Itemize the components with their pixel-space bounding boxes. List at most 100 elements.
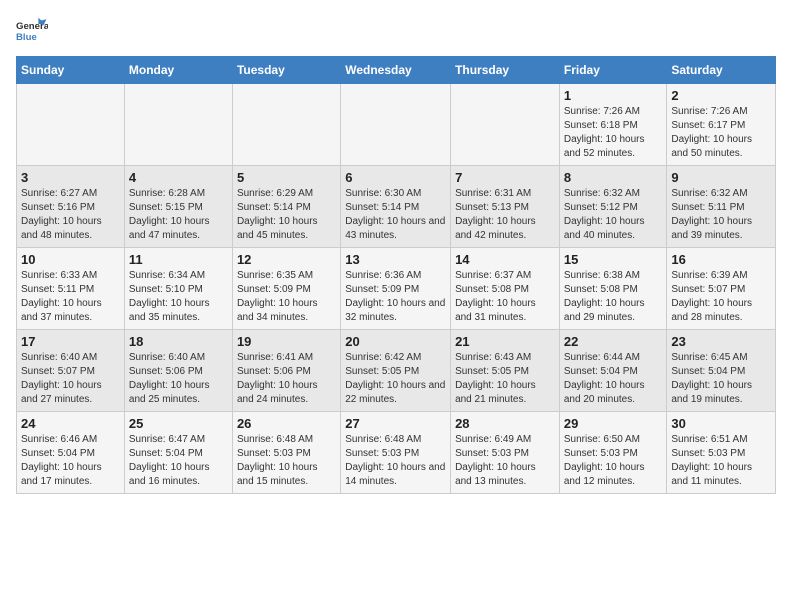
day-number: 6 xyxy=(345,170,446,185)
day-number: 26 xyxy=(237,416,336,431)
day-number: 4 xyxy=(129,170,228,185)
calendar-cell: 18 Sunrise: 6:40 AM Sunset: 5:06 PM Dayli… xyxy=(124,330,232,412)
calendar-cell: 15Sunrise: 6:38 AM Sunset: 5:08 PM Dayli… xyxy=(559,248,667,330)
weekday-header-thursday: Thursday xyxy=(451,57,560,84)
day-number: 23 xyxy=(671,334,771,349)
calendar-cell: 6 Sunrise: 6:30 AM Sunset: 5:14 PM Daylig… xyxy=(341,166,451,248)
day-number: 28 xyxy=(455,416,555,431)
calendar-cell: 20 Sunrise: 6:42 AM Sunset: 5:05 PM Dayli… xyxy=(341,330,451,412)
calendar-cell: 14 Sunrise: 6:37 AM Sunset: 5:08 PM Dayli… xyxy=(451,248,560,330)
day-info: Sunrise: 6:29 AM Sunset: 5:14 PM Dayligh… xyxy=(237,187,336,243)
day-number: 5 xyxy=(237,170,336,185)
calendar-cell: 21 Sunrise: 6:43 AM Sunset: 5:05 PM Dayli… xyxy=(451,330,560,412)
day-info: Sunrise: 6:51 AM Sunset: 5:03 PM Dayligh… xyxy=(671,433,771,489)
weekday-header-row: SundayMondayTuesdayWednesdayThursdayFrid… xyxy=(17,57,776,84)
day-info: Sunrise: 6:30 AM Sunset: 5:14 PM Dayligh… xyxy=(345,187,446,243)
day-info: Sunrise: 6:40 AM Sunset: 5:07 PM Dayligh… xyxy=(21,351,120,407)
day-info: Sunrise: 6:44 AM Sunset: 5:04 PM Dayligh… xyxy=(564,351,663,407)
day-number: 2 xyxy=(671,88,771,103)
calendar-cell xyxy=(451,84,560,166)
calendar-cell: 26Sunrise: 6:48 AM Sunset: 5:03 PM Dayli… xyxy=(232,412,340,494)
calendar-cell: 23 Sunrise: 6:45 AM Sunset: 5:04 PM Dayli… xyxy=(667,330,776,412)
day-info: Sunrise: 6:47 AM Sunset: 5:04 PM Dayligh… xyxy=(129,433,228,489)
day-number: 14 xyxy=(455,252,555,267)
calendar-cell: 27 Sunrise: 6:48 AM Sunset: 5:03 PM Dayli… xyxy=(341,412,451,494)
calendar-cell: 24Sunrise: 6:46 AM Sunset: 5:04 PM Dayli… xyxy=(17,412,125,494)
calendar-cell xyxy=(232,84,340,166)
calendar-body: 1 Sunrise: 7:26 AM Sunset: 6:18 PM Daylig… xyxy=(17,84,776,494)
weekday-header-sunday: Sunday xyxy=(17,57,125,84)
day-number: 3 xyxy=(21,170,120,185)
calendar-cell: 12 Sunrise: 6:35 AM Sunset: 5:09 PM Dayli… xyxy=(232,248,340,330)
day-number: 20 xyxy=(345,334,446,349)
day-info: Sunrise: 6:39 AM Sunset: 5:07 PM Dayligh… xyxy=(671,269,771,325)
week-row-1: 1 Sunrise: 7:26 AM Sunset: 6:18 PM Daylig… xyxy=(17,84,776,166)
calendar-cell: 8 Sunrise: 6:32 AM Sunset: 5:12 PM Daylig… xyxy=(559,166,667,248)
day-number: 8 xyxy=(564,170,663,185)
day-number: 17 xyxy=(21,334,120,349)
day-number: 1 xyxy=(564,88,663,103)
day-info: Sunrise: 6:46 AM Sunset: 5:04 PM Dayligh… xyxy=(21,433,120,489)
day-info: Sunrise: 6:27 AM Sunset: 5:16 PM Dayligh… xyxy=(21,187,120,243)
week-row-3: 10 Sunrise: 6:33 AM Sunset: 5:11 PM Dayli… xyxy=(17,248,776,330)
week-row-2: 3 Sunrise: 6:27 AM Sunset: 5:16 PM Daylig… xyxy=(17,166,776,248)
weekday-header-tuesday: Tuesday xyxy=(232,57,340,84)
day-info: Sunrise: 6:43 AM Sunset: 5:05 PM Dayligh… xyxy=(455,351,555,407)
calendar-cell: 25 Sunrise: 6:47 AM Sunset: 5:04 PM Dayli… xyxy=(124,412,232,494)
day-number: 19 xyxy=(237,334,336,349)
day-number: 7 xyxy=(455,170,555,185)
calendar-cell: 7 Sunrise: 6:31 AM Sunset: 5:13 PM Daylig… xyxy=(451,166,560,248)
day-info: Sunrise: 6:31 AM Sunset: 5:13 PM Dayligh… xyxy=(455,187,555,243)
calendar-cell: 9Sunrise: 6:32 AM Sunset: 5:11 PM Daylig… xyxy=(667,166,776,248)
day-info: Sunrise: 6:40 AM Sunset: 5:06 PM Dayligh… xyxy=(129,351,228,407)
calendar-cell: 17 Sunrise: 6:40 AM Sunset: 5:07 PM Dayli… xyxy=(17,330,125,412)
calendar-cell: 5 Sunrise: 6:29 AM Sunset: 5:14 PM Daylig… xyxy=(232,166,340,248)
calendar-cell xyxy=(124,84,232,166)
day-number: 10 xyxy=(21,252,120,267)
day-info: Sunrise: 6:42 AM Sunset: 5:05 PM Dayligh… xyxy=(345,351,446,407)
day-info: Sunrise: 6:32 AM Sunset: 5:11 PM Dayligh… xyxy=(671,187,771,243)
logo: General Blue xyxy=(16,16,48,48)
calendar-cell: 29 Sunrise: 6:50 AM Sunset: 5:03 PM Dayli… xyxy=(559,412,667,494)
day-number: 18 xyxy=(129,334,228,349)
calendar-cell: 2 Sunrise: 7:26 AM Sunset: 6:17 PM Daylig… xyxy=(667,84,776,166)
day-number: 22 xyxy=(564,334,663,349)
calendar-cell: 4 Sunrise: 6:28 AM Sunset: 5:15 PM Daylig… xyxy=(124,166,232,248)
day-number: 12 xyxy=(237,252,336,267)
day-info: Sunrise: 7:26 AM Sunset: 6:18 PM Dayligh… xyxy=(564,105,663,161)
day-number: 15 xyxy=(564,252,663,267)
day-info: Sunrise: 6:32 AM Sunset: 5:12 PM Dayligh… xyxy=(564,187,663,243)
day-number: 27 xyxy=(345,416,446,431)
day-number: 11 xyxy=(129,252,228,267)
calendar-cell: 16 Sunrise: 6:39 AM Sunset: 5:07 PM Dayli… xyxy=(667,248,776,330)
calendar-cell: 10 Sunrise: 6:33 AM Sunset: 5:11 PM Dayli… xyxy=(17,248,125,330)
day-number: 30 xyxy=(671,416,771,431)
calendar-cell: 19 Sunrise: 6:41 AM Sunset: 5:06 PM Dayli… xyxy=(232,330,340,412)
day-number: 16 xyxy=(671,252,771,267)
day-number: 21 xyxy=(455,334,555,349)
day-info: Sunrise: 7:26 AM Sunset: 6:17 PM Dayligh… xyxy=(671,105,771,161)
day-info: Sunrise: 6:50 AM Sunset: 5:03 PM Dayligh… xyxy=(564,433,663,489)
day-info: Sunrise: 6:37 AM Sunset: 5:08 PM Dayligh… xyxy=(455,269,555,325)
day-info: Sunrise: 6:33 AM Sunset: 5:11 PM Dayligh… xyxy=(21,269,120,325)
calendar-cell: 22 Sunrise: 6:44 AM Sunset: 5:04 PM Dayli… xyxy=(559,330,667,412)
header: General Blue xyxy=(16,16,776,48)
day-info: Sunrise: 6:45 AM Sunset: 5:04 PM Dayligh… xyxy=(671,351,771,407)
week-row-5: 24Sunrise: 6:46 AM Sunset: 5:04 PM Dayli… xyxy=(17,412,776,494)
day-info: Sunrise: 6:34 AM Sunset: 5:10 PM Dayligh… xyxy=(129,269,228,325)
day-info: Sunrise: 6:36 AM Sunset: 5:09 PM Dayligh… xyxy=(345,269,446,325)
day-number: 29 xyxy=(564,416,663,431)
weekday-header-friday: Friday xyxy=(559,57,667,84)
calendar-cell xyxy=(17,84,125,166)
day-info: Sunrise: 6:41 AM Sunset: 5:06 PM Dayligh… xyxy=(237,351,336,407)
calendar-cell: 11 Sunrise: 6:34 AM Sunset: 5:10 PM Dayli… xyxy=(124,248,232,330)
day-info: Sunrise: 6:49 AM Sunset: 5:03 PM Dayligh… xyxy=(455,433,555,489)
day-info: Sunrise: 6:35 AM Sunset: 5:09 PM Dayligh… xyxy=(237,269,336,325)
svg-text:Blue: Blue xyxy=(16,32,37,43)
day-number: 25 xyxy=(129,416,228,431)
calendar-cell: 28 Sunrise: 6:49 AM Sunset: 5:03 PM Dayli… xyxy=(451,412,560,494)
day-info: Sunrise: 6:48 AM Sunset: 5:03 PM Dayligh… xyxy=(345,433,446,489)
day-info: Sunrise: 6:28 AM Sunset: 5:15 PM Dayligh… xyxy=(129,187,228,243)
calendar-table: SundayMondayTuesdayWednesdayThursdayFrid… xyxy=(16,56,776,494)
calendar-cell: 13Sunrise: 6:36 AM Sunset: 5:09 PM Dayli… xyxy=(341,248,451,330)
